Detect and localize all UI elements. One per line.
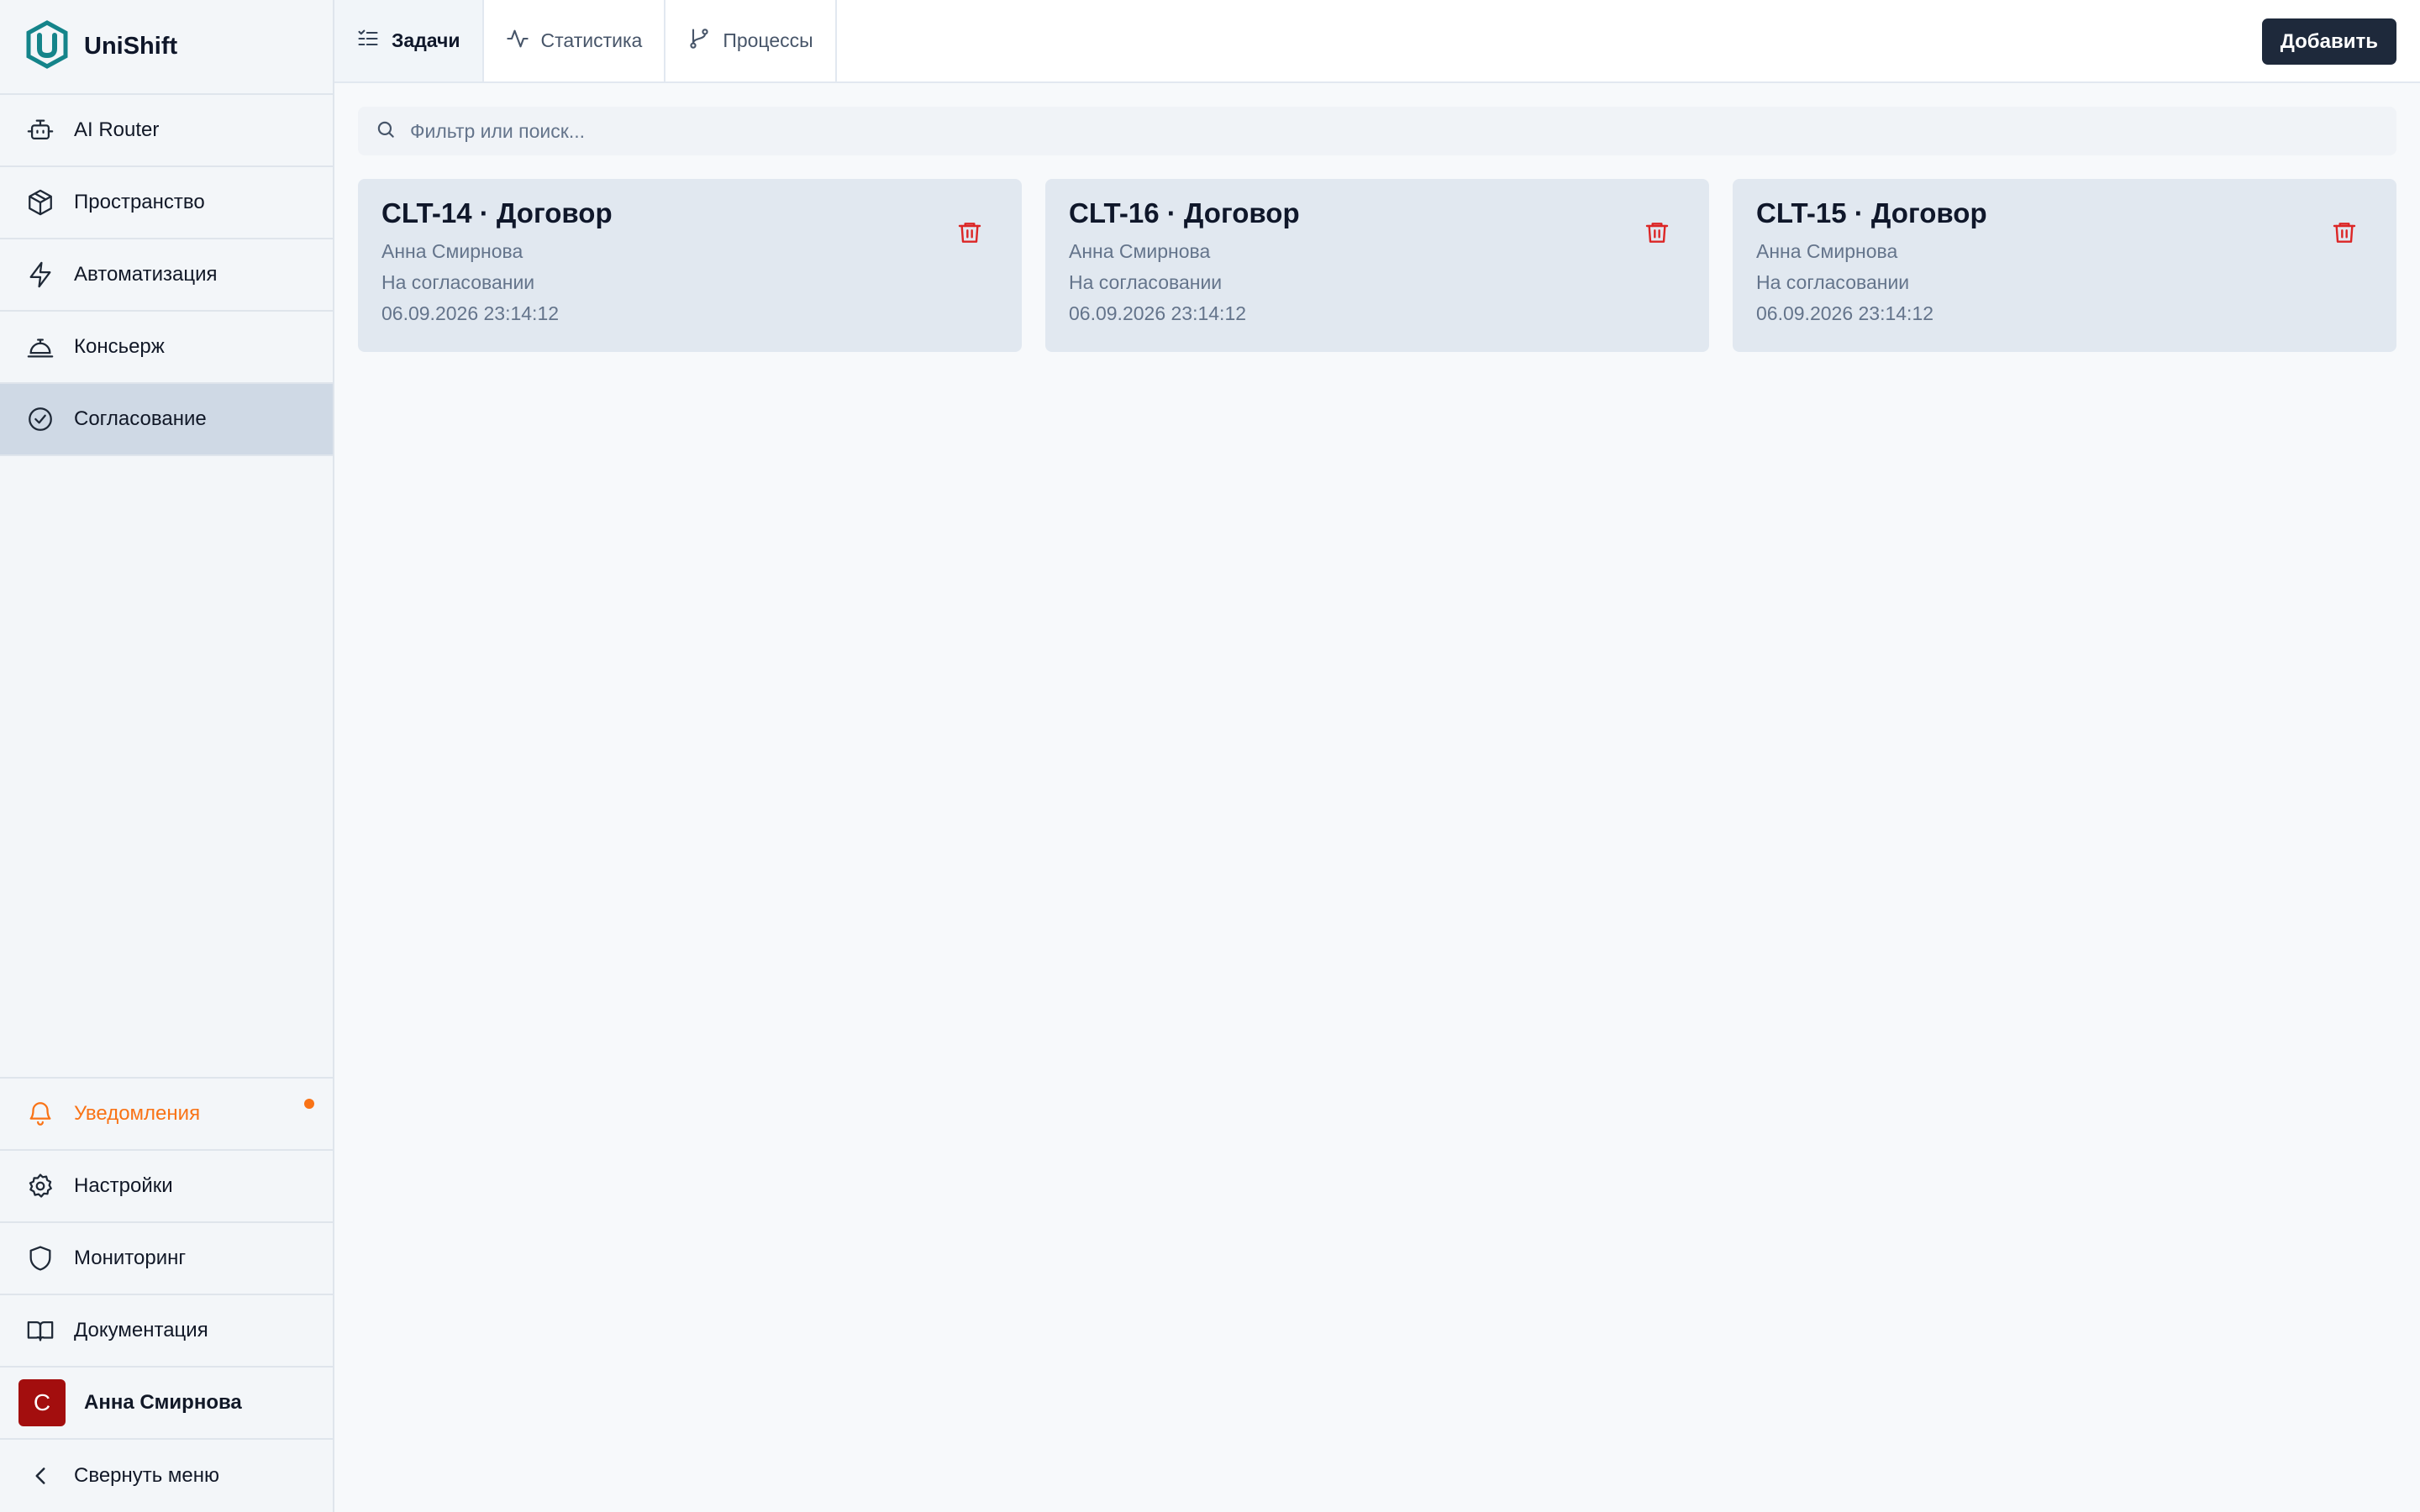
card-date: 06.09.2026 23:14:12 — [381, 302, 560, 324]
book-icon — [25, 1315, 55, 1346]
activity-icon — [506, 27, 529, 55]
logo-row[interactable]: UniShift — [0, 0, 333, 95]
search-input[interactable] — [410, 119, 2396, 143]
card-status: На согласовании — [1069, 271, 1223, 293]
sidebar-spacer — [0, 456, 333, 1079]
lightning-icon — [25, 260, 55, 290]
tab-label: Статистика — [540, 29, 643, 51]
card-date: 06.09.2026 23:14:12 — [1756, 302, 1934, 324]
main-area: Задачи Статистика Процессы Добавить Филь… — [334, 0, 2420, 1512]
search-icon — [375, 118, 397, 144]
sidebar-item-label: Автоматизация — [74, 263, 218, 286]
delete-card-button[interactable] — [955, 218, 985, 248]
tab-label: Процессы — [723, 29, 813, 51]
card-title: CLT-16 · Договор — [1069, 197, 1300, 228]
list-check-icon — [356, 27, 380, 55]
sidebar-item-label: Документация — [74, 1319, 208, 1341]
approval-card[interactable]: CLT-15 · Договор Анна Смирнова На соглас… — [1733, 179, 2396, 352]
sidebar-item-label: Пространство — [74, 191, 205, 213]
card-title: CLT-14 · Договор — [381, 197, 613, 228]
git-branch-icon — [687, 27, 711, 55]
approval-card[interactable]: CLT-16 · Договор Анна Смирнова На соглас… — [1045, 179, 1709, 352]
delete-card-button[interactable] — [1642, 218, 1672, 248]
concierge-bell-icon — [25, 332, 55, 362]
sidebar-item-automation[interactable]: Автоматизация — [0, 239, 333, 312]
card-person: Анна Смирнова — [381, 240, 523, 262]
sidebar-item-label: Уведомления — [74, 1102, 201, 1125]
sidebar-item-label: Свернуть меню — [74, 1464, 220, 1487]
sidebar-item-approval[interactable]: Согласование — [0, 384, 333, 456]
card-person: Анна Смирнова — [1069, 240, 1211, 262]
sidebar-item-concierge[interactable]: Консьерж — [0, 312, 333, 384]
sidebar: UniShift AI Router Пространство Автомати… — [0, 0, 334, 1512]
sidebar-item-monitoring[interactable]: Мониторинг — [0, 1223, 333, 1295]
sidebar-item-ai-router[interactable]: AI Router — [0, 95, 333, 167]
notification-dot — [304, 1099, 314, 1109]
trash-icon — [1645, 223, 1669, 243]
card-status: На согласовании — [381, 271, 535, 293]
cube-icon — [25, 187, 55, 218]
tab-processes[interactable]: Процессы — [666, 0, 837, 81]
sidebar-item-label: Согласование — [74, 407, 207, 430]
bell-icon — [25, 1099, 55, 1129]
chevron-left-icon — [25, 1461, 55, 1491]
card-date: 06.09.2026 23:14:12 — [1069, 302, 1247, 324]
sidebar-item-space[interactable]: Пространство — [0, 167, 333, 239]
sidebar-item-docs[interactable]: Документация — [0, 1295, 333, 1368]
content: CLT-14 · Договор Анна Смирнова На соглас… — [334, 83, 2420, 352]
check-circle-icon — [25, 404, 55, 434]
card-title: CLT-15 · Договор — [1756, 197, 1987, 228]
card-status: На согласовании — [1756, 271, 1910, 293]
sidebar-item-settings[interactable]: Настройки — [0, 1151, 333, 1223]
sidebar-item-label: Настройки — [74, 1174, 173, 1197]
app-name: UniShift — [84, 33, 178, 60]
sidebar-item-notifications[interactable]: Уведомления — [0, 1079, 333, 1151]
app-root: UniShift AI Router Пространство Автомати… — [0, 0, 2420, 1512]
user-name: Анна Смирнова — [84, 1391, 242, 1414]
sidebar-user-profile[interactable]: C Анна Смирнова — [0, 1368, 333, 1440]
sidebar-collapse-button[interactable]: Свернуть меню — [0, 1440, 333, 1512]
tab-label: Задачи — [392, 29, 460, 51]
sidebar-item-label: Консьерж — [74, 335, 165, 358]
delete-card-button[interactable] — [2329, 218, 2360, 248]
approval-card[interactable]: CLT-14 · Договор Анна Смирнова На соглас… — [358, 179, 1022, 352]
add-button[interactable]: Добавить — [2261, 18, 2396, 65]
top-bar: Задачи Статистика Процессы Добавить — [334, 0, 2420, 83]
gear-icon — [25, 1171, 55, 1201]
unishift-logo-icon — [25, 20, 69, 73]
avatar: C — [18, 1379, 66, 1426]
trash-icon — [2333, 223, 2356, 243]
shield-icon — [25, 1243, 55, 1273]
card-person: Анна Смирнова — [1756, 240, 1898, 262]
trash-icon — [958, 223, 981, 243]
card-list: CLT-14 · Договор Анна Смирнова На соглас… — [358, 179, 2396, 352]
sidebar-item-label: Мониторинг — [74, 1247, 187, 1269]
tab-tasks[interactable]: Задачи — [334, 0, 484, 81]
search-bar[interactable] — [358, 107, 2396, 155]
bot-icon — [25, 115, 55, 145]
tab-statistics[interactable]: Статистика — [484, 0, 666, 81]
sidebar-item-label: AI Router — [74, 118, 160, 141]
